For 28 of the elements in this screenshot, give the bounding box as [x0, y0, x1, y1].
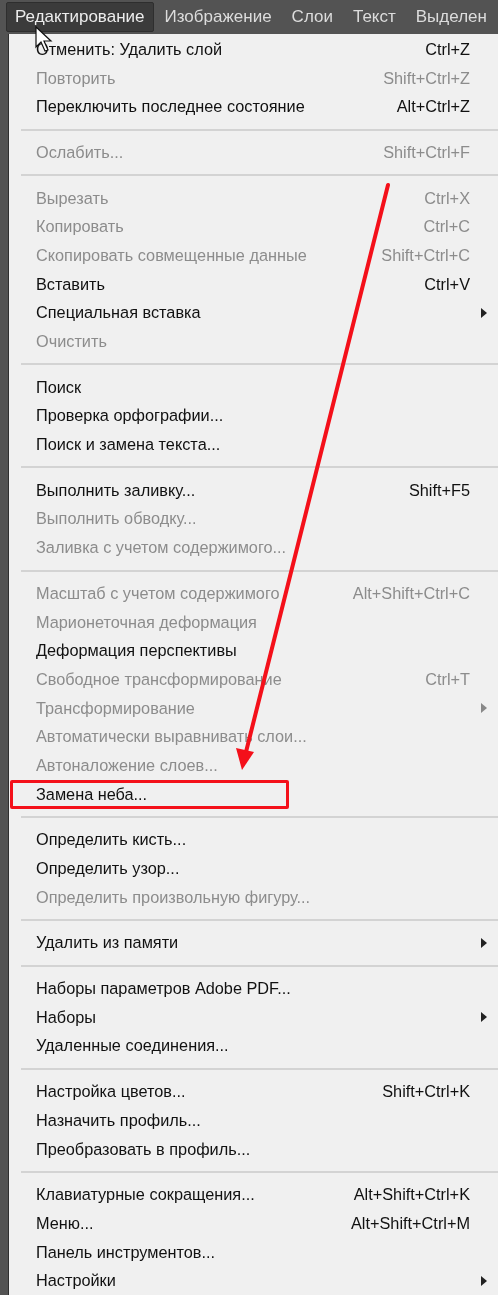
menu-bar-item[interactable]: Выделен	[406, 2, 496, 32]
menu-item[interactable]: Вставить Ctrl+V	[9, 269, 498, 299]
menu-item[interactable]: Наборы параметров Adobe PDF...	[9, 974, 498, 1003]
menu-item[interactable]: Настройки	[9, 1266, 498, 1295]
menu-item[interactable]: Переключить последнее состояние Alt+Ctrl+Z	[9, 92, 498, 122]
menu-item[interactable]: Клавиатурные сокращения... Alt+Shift+Ctrl+K	[9, 1180, 498, 1210]
menu-item[interactable]: Специальная вставка	[9, 298, 498, 328]
menu-item[interactable]: Поиск	[9, 372, 498, 402]
menu-item[interactable]: Определить кисть...	[9, 825, 498, 855]
menu-item[interactable]: Назначить профиль...	[9, 1106, 498, 1135]
menu-item[interactable]: Отменить: Удалить слой Ctrl+Z	[9, 35, 498, 64]
menu-item[interactable]: Определить узор...	[9, 854, 498, 883]
menu-item[interactable]: Меню... Alt+Shift+Ctrl+M	[9, 1209, 498, 1238]
menu-bar-item[interactable]: Редактирование	[6, 2, 154, 32]
menu-bar-item[interactable]: Слои	[282, 2, 342, 32]
menu-item[interactable]: Удалить из памяти	[9, 928, 498, 958]
menu-item[interactable]: Проверка орфографии...	[9, 401, 498, 431]
menu-item[interactable]: Преобразовать в профиль...	[9, 1134, 498, 1164]
menu-item[interactable]: Выполнить заливку... Shift+F5	[9, 475, 498, 505]
menu-bar-item[interactable]: Изображение	[155, 2, 281, 32]
menu-item[interactable]: Поиск и замена текста...	[9, 430, 498, 459]
menu-item[interactable]: Настройка цветов... Shift+Ctrl+K	[9, 1077, 498, 1106]
menu-bar-item[interactable]: Текст	[343, 2, 405, 32]
menu-item[interactable]: Удаленные соединения...	[9, 1031, 498, 1061]
menu-item[interactable]: Панель инструментов...	[9, 1237, 498, 1267]
menu-item[interactable]: Деформация перспективы	[9, 636, 498, 666]
menu-item[interactable]: Наборы	[9, 1002, 498, 1032]
menu-item[interactable]: Замена неба...	[9, 779, 498, 809]
